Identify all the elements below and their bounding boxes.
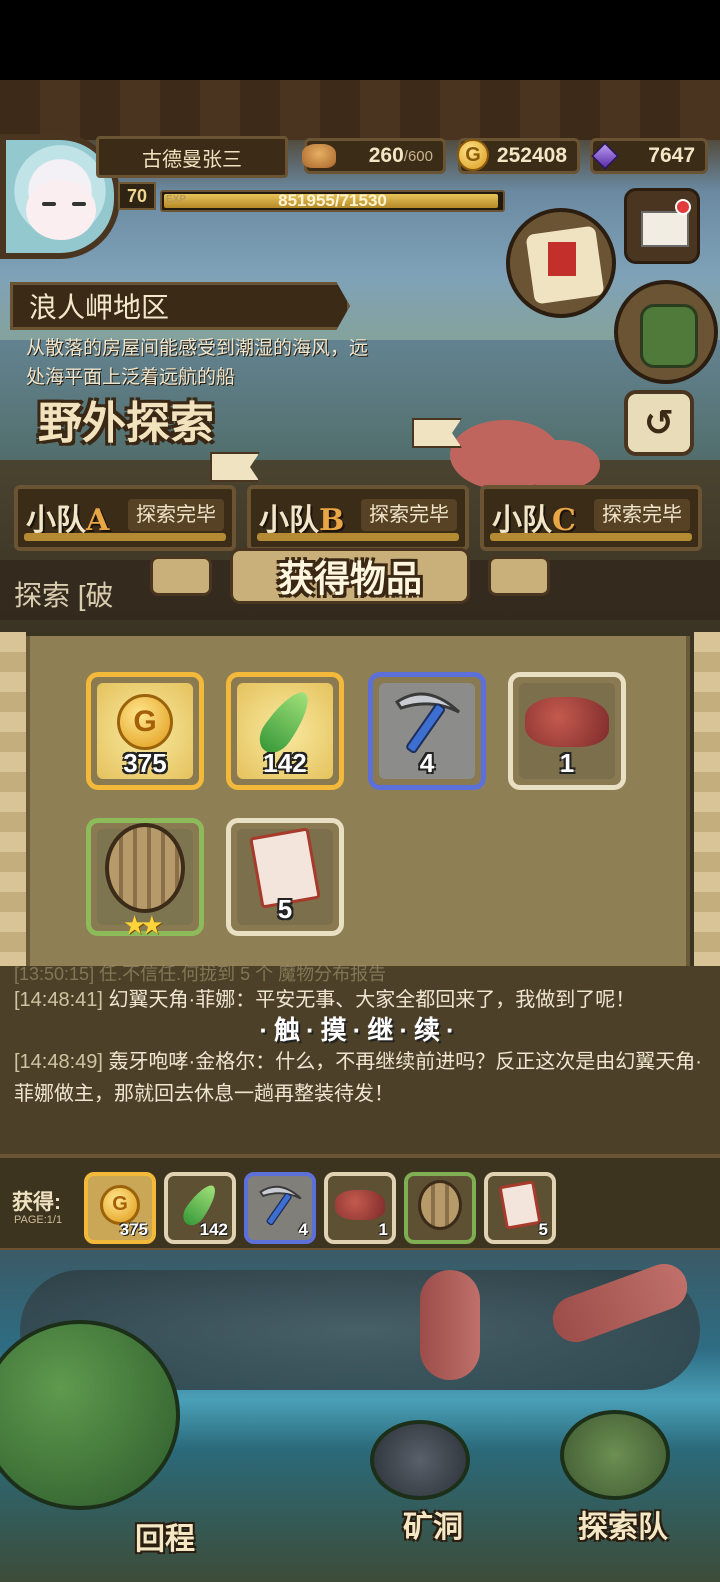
log-text: 轰牙咆哮·金格尔：什么，不再继续前进吗？反正这次是由幻翼天角·菲娜做主，那就回去… [14, 1051, 702, 1105]
acquired-item-ore[interactable]: 1 [324, 1172, 396, 1244]
acquired-page: PAGE:1/1 [14, 1214, 63, 1226]
quest-scroll-button[interactable] [506, 208, 616, 318]
squad-a[interactable]: 小队A 探索完毕 [14, 485, 236, 551]
acquired-item-pickaxe[interactable]: 4 [244, 1172, 316, 1244]
squad-b[interactable]: 小队B 探索完毕 [247, 485, 469, 551]
touch-to-continue[interactable]: ·触·摸·继·续· [0, 1010, 720, 1047]
ore-icon [525, 697, 609, 748]
reward-title: 获得物品 [230, 548, 470, 604]
squad-c[interactable]: 小队C 探索完毕 [480, 485, 702, 551]
item-qty: 4 [298, 1220, 308, 1239]
acquired-item-feather[interactable]: 142 [164, 1172, 236, 1244]
region-name: 浪人岬地区 [10, 282, 350, 330]
squad-status: 探索完毕 [361, 499, 457, 531]
return-arrow-icon: ↺ [643, 402, 675, 443]
log-text: 幻翼天角·菲娜：平安无事、大家全都回来了，我做到了呢！ [108, 989, 636, 1011]
acquired-label: 获得: [12, 1191, 61, 1214]
log-time: [14:48:49] [14, 1051, 103, 1073]
log-time: [14:48:41] [14, 989, 103, 1011]
exp-value: 851955/71530 [278, 191, 387, 210]
stamina-value: 260 [368, 144, 404, 167]
squad-status: 探索完毕 [594, 499, 690, 531]
envelope-icon [641, 211, 689, 247]
backpack-icon [640, 304, 698, 368]
reward-slot-feather[interactable]: 142 [226, 672, 344, 790]
item-qty: 1 [378, 1220, 388, 1239]
acquired-item-scroll[interactable]: 5 [484, 1172, 556, 1244]
squad-status: 探索完毕 [128, 499, 224, 531]
bread-icon [301, 138, 337, 174]
camp [560, 1410, 670, 1500]
mode-title: 野外探索 [38, 398, 214, 449]
return-label: 回程 [135, 1522, 195, 1557]
nut-icon [418, 1179, 462, 1230]
item-qty: 1 [559, 748, 575, 778]
explore-status-text: 探索 [破 [14, 580, 114, 611]
item-qty: 142 [263, 748, 307, 778]
tentacle-2 [420, 1270, 480, 1380]
reward-slot-nut[interactable]: ★★ [86, 818, 204, 940]
mine-button[interactable]: 矿洞 [370, 1496, 496, 1552]
notification-dot [675, 199, 691, 215]
scroll-icon [498, 1180, 542, 1230]
item-qty: 375 [123, 748, 167, 778]
acquired-item-gold[interactable]: G 375 [84, 1172, 156, 1244]
gold-value: 252408 [496, 144, 567, 167]
gem-value: 7647 [648, 144, 695, 167]
item-qty: 4 [419, 748, 435, 778]
item-qty: 5 [538, 1220, 548, 1239]
item-qty: 142 [199, 1220, 228, 1239]
mail-button[interactable] [624, 188, 700, 264]
gold-coin-icon: G [100, 1184, 140, 1225]
nut-icon [105, 823, 185, 914]
gold-coin-icon: G [117, 694, 173, 751]
reward-slot-gold[interactable]: G 375 [86, 672, 204, 790]
ore-icon [335, 1189, 385, 1220]
player-level: 70 [118, 182, 156, 210]
stamina-pill[interactable]: 260/600 [301, 138, 446, 174]
acquired-item-nut[interactable] [404, 1172, 476, 1244]
gold-pill[interactable]: G 252408 [457, 138, 580, 174]
team-button[interactable]: 探索队 [548, 1496, 698, 1552]
back-button[interactable]: ↺ [624, 390, 694, 456]
region-description: 从散落的房屋间能感受到潮湿的海风，远处海平面上泛着远航的船 [26, 338, 369, 388]
log-entry: [14:48:49] 轰牙咆哮·金格尔：什么，不再继续前进吗？反正这次是由幻翼天… [14, 1046, 704, 1110]
exp-bar: EXP 851955/71530 [160, 190, 505, 212]
team-label: 探索队 [578, 1510, 668, 1545]
gem-icon [587, 138, 623, 174]
gold-coin-icon: G [457, 139, 489, 171]
reward-slot-pickaxe[interactable]: 4 [368, 672, 486, 790]
backpack-button[interactable] [614, 280, 718, 384]
gem-pill[interactable]: 7647 [590, 138, 708, 174]
rarity-stars: ★★ [123, 910, 164, 940]
mine-label: 矿洞 [403, 1510, 463, 1545]
player-name: 古德曼张三 [96, 136, 288, 178]
stamina-max: /600 [403, 147, 433, 165]
top-black-bar [0, 0, 720, 80]
return-button[interactable]: 回程 [90, 1508, 240, 1564]
reward-title-banner: 获得物品 [150, 548, 550, 604]
item-qty: 375 [119, 1220, 148, 1239]
mine-rocks [370, 1420, 470, 1500]
item-qty: 5 [277, 894, 293, 924]
reward-slot-ore[interactable]: 1 [508, 672, 626, 790]
reward-slot-scroll[interactable]: 5 [226, 818, 344, 936]
